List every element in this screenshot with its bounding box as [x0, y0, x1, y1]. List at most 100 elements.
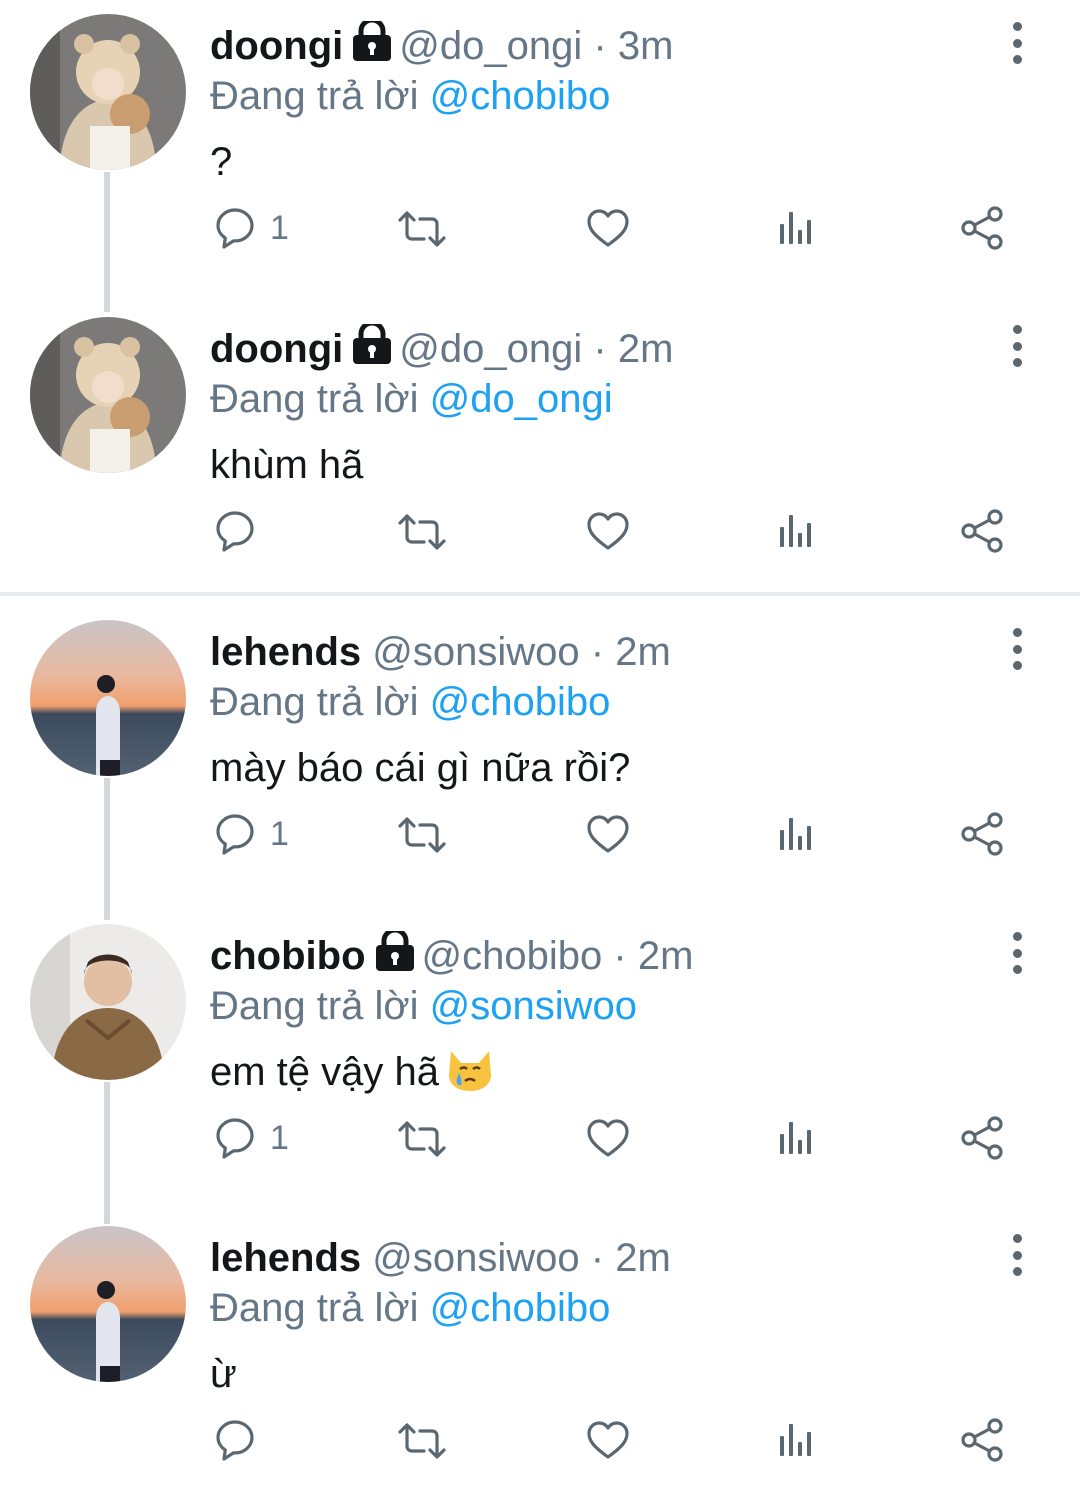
reply-mention[interactable]: @do_ongi	[430, 377, 613, 421]
section-divider	[0, 592, 1080, 596]
heart-icon	[587, 815, 629, 853]
heart-icon	[587, 1421, 629, 1459]
share-icon	[961, 1418, 1003, 1462]
timestamp[interactable]: 2m	[618, 327, 674, 371]
reply-icon	[216, 1118, 254, 1159]
stats-button[interactable]	[776, 198, 816, 258]
reply-icon	[216, 1420, 254, 1461]
more-options-icon[interactable]	[1000, 18, 1034, 68]
user-handle[interactable]: @do_ongi	[399, 327, 582, 371]
tweet-header: chobibo @chobibo · 2m	[210, 930, 693, 982]
tweet-text: ?	[210, 140, 233, 184]
like-button[interactable]	[586, 501, 630, 561]
reply-mention[interactable]: @chobibo	[430, 680, 611, 724]
share-button[interactable]	[960, 1108, 1004, 1168]
display-name[interactable]: doongi	[210, 327, 343, 371]
tweet-text: khùm hã	[210, 443, 364, 487]
reply-count: 1	[270, 208, 289, 247]
more-options-icon[interactable]	[1000, 1230, 1034, 1280]
display-name[interactable]: chobibo	[210, 934, 366, 978]
share-button[interactable]	[960, 804, 1004, 864]
timestamp[interactable]: 2m	[615, 630, 671, 674]
reply-button[interactable]: 1	[214, 1108, 289, 1168]
share-button[interactable]	[960, 1410, 1004, 1470]
retweet-icon	[398, 817, 446, 853]
timestamp[interactable]: 2m	[638, 934, 694, 978]
user-handle[interactable]: @do_ongi	[399, 24, 582, 68]
action-bar: 1	[210, 1108, 1030, 1168]
replying-to: Đang trả lời @sonsiwoo	[210, 980, 637, 1032]
avatar[interactable]	[30, 924, 186, 1080]
tweet-header: lehends @sonsiwoo · 2m	[210, 1232, 671, 1284]
reply-icon	[216, 208, 254, 249]
reply-count: 1	[270, 814, 289, 853]
reply-prefix: Đang trả lời	[210, 377, 419, 421]
retweet-icon	[398, 514, 446, 550]
tweet[interactable]: doongi @do_ongi · 2m Đang trả lời @do_ong…	[0, 303, 1080, 593]
retweet-icon	[398, 1121, 446, 1157]
user-handle[interactable]: @chobibo	[422, 934, 603, 978]
tweet[interactable]: lehends @sonsiwoo · 2m Đang trả lời @cho…	[0, 1212, 1080, 1504]
avatar[interactable]	[30, 1226, 186, 1382]
retweet-icon	[398, 1423, 446, 1459]
reply-mention[interactable]: @chobibo	[430, 1286, 611, 1330]
reply-button[interactable]: 1	[214, 804, 289, 864]
reply-button[interactable]	[214, 501, 270, 561]
share-button[interactable]	[960, 198, 1004, 258]
avatar[interactable]	[30, 14, 186, 170]
lock-icon	[351, 21, 393, 63]
tweet[interactable]: doongi @do_ongi · 3m Đang trả lời @chobib…	[0, 0, 1080, 300]
like-button[interactable]	[586, 198, 630, 258]
like-button[interactable]	[586, 804, 630, 864]
heart-icon	[587, 209, 629, 247]
more-options-icon[interactable]	[1000, 321, 1034, 371]
avatar[interactable]	[30, 620, 186, 776]
stats-icon	[780, 515, 811, 547]
share-icon	[961, 509, 1003, 553]
reply-mention[interactable]: @chobibo	[430, 74, 611, 118]
stats-button[interactable]	[776, 804, 816, 864]
separator-dot: ·	[593, 327, 607, 371]
avatar[interactable]	[30, 317, 186, 473]
user-handle[interactable]: @sonsiwoo	[372, 1236, 579, 1280]
reply-button[interactable]	[214, 1410, 270, 1470]
share-icon	[961, 812, 1003, 856]
stats-icon	[780, 1122, 811, 1154]
stats-icon	[780, 212, 811, 244]
reply-mention[interactable]: @sonsiwoo	[430, 984, 637, 1028]
display-name[interactable]: lehends	[210, 630, 361, 674]
tweet-header: lehends @sonsiwoo · 2m	[210, 626, 671, 678]
stats-button[interactable]	[776, 1108, 816, 1168]
replying-to: Đang trả lời @do_ongi	[210, 373, 613, 425]
retweet-button[interactable]	[396, 198, 448, 258]
heart-icon	[587, 1119, 629, 1157]
replying-to: Đang trả lời @chobibo	[210, 1282, 610, 1334]
retweet-button[interactable]	[396, 804, 448, 864]
crying-cat-emoji-icon	[449, 1051, 492, 1091]
action-bar: 1	[210, 804, 1030, 864]
display-name[interactable]: doongi	[210, 24, 343, 68]
stats-button[interactable]	[776, 1410, 816, 1470]
retweet-button[interactable]	[396, 1410, 448, 1470]
reply-count: 1	[270, 1118, 289, 1157]
like-button[interactable]	[586, 1410, 630, 1470]
tweet-text: ừ	[210, 1352, 237, 1396]
tweet[interactable]: chobibo @chobibo · 2m Đang trả lời @sonsi…	[0, 910, 1080, 1210]
user-handle[interactable]: @sonsiwoo	[372, 630, 579, 674]
separator-dot: ·	[590, 630, 605, 674]
separator-dot: ·	[613, 934, 627, 978]
tweet[interactable]: lehends @sonsiwoo · 2m Đang trả lời @cho…	[0, 606, 1080, 906]
stats-button[interactable]	[776, 501, 816, 561]
share-button[interactable]	[960, 501, 1004, 561]
timestamp[interactable]: 2m	[615, 1236, 671, 1280]
action-bar	[210, 1410, 1030, 1470]
reply-button[interactable]: 1	[214, 198, 289, 258]
like-button[interactable]	[586, 1108, 630, 1168]
display-name[interactable]: lehends	[210, 1236, 361, 1280]
action-bar: 1	[210, 198, 1030, 258]
retweet-button[interactable]	[396, 501, 448, 561]
more-options-icon[interactable]	[1000, 928, 1034, 978]
retweet-button[interactable]	[396, 1108, 448, 1168]
more-options-icon[interactable]	[1000, 624, 1034, 674]
timestamp[interactable]: 3m	[618, 24, 674, 68]
